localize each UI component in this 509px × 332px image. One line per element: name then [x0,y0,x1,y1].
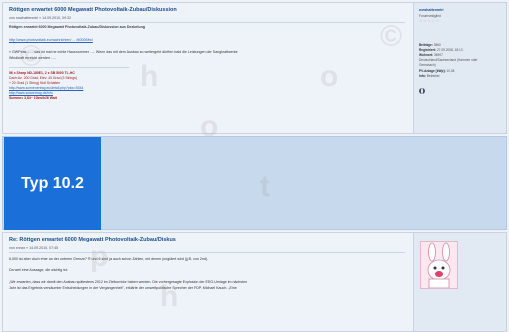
signature-line: 56 x Sharp ND-180E1, 2 x SB 5000 TL-HC [9,71,75,75]
post-text-line: « GWPeak ...... das ist mal ne echte Hau… [9,50,238,54]
post-author-sidebar: nowhattenmiri Forumsmitglied ☆☆☆☆☆ Beitr… [413,3,506,133]
author-stat: PV-Anlage [kWp]: 10,08 [419,69,455,73]
post-text-line: „Wir erwarten, dass wir damit den Ausbau… [9,280,248,284]
post-link[interactable]: http://www.photovoltaik.eu/nachrichten/ … [9,38,93,42]
bunny-avatar-icon [421,242,457,288]
author-stat: Info: Betreiber [419,74,440,78]
rank-stars-icon: ☆☆☆☆☆ [419,18,440,23]
post-meta: von xnnxx « 14.09.2010, 07:45 [9,246,59,250]
forum-post: Re: Röttgen erwartet 6000 Megawatt Photo… [2,232,507,332]
post-title[interactable]: Re: Röttgen erwartet 6000 Megawatt Photo… [9,237,176,243]
post-text-line: Jahr ist das Ergebnis versäumter Entsche… [9,286,237,290]
post-text-line: Windkraft erreicht werden ..... [9,56,56,60]
post-meta: von nowhattenmiri « 14.09.2010, 09:32 [9,16,72,20]
post-author-sidebar [413,233,506,331]
typ-badge-label: Typ 10.2 [21,174,84,192]
post-body: Röttgen erwartet 6000 Megawatt Photovolt… [3,3,413,133]
author-stat: Wohnort: 36907 [419,53,443,57]
post-text-line: Da weil eine Aussage, die wichtig ist: [9,268,68,272]
author-name[interactable]: nowhattenmiri [419,8,444,12]
signature-line: Summe= 3,84~ 10kw/h26 Watt [9,96,57,100]
author-stat: Deutschland/Sachsenland (Hammer oder [419,58,478,62]
signature-divider [9,67,129,68]
typ-badge: Typ 10.2 [4,137,101,230]
signature-link[interactable]: http://www.sonnenertrag.eu/detail.php?pk… [9,86,83,90]
avatar[interactable] [420,241,458,289]
divider [9,22,405,23]
post-subject: Röttgen erwartet 6000 Megawatt Photovolt… [9,25,145,29]
signature-line: + 20 Grad (1 String) Null Schatten [9,81,61,85]
signature-link[interactable]: http://www.solarertrag.de/info [9,91,53,95]
author-stat: Beiträge: 3560 [419,43,441,47]
forum-post: Röttgen erwartet 6000 Megawatt Photovolt… [2,2,507,134]
website-globe-icon[interactable] [419,88,425,94]
post-text-line: 6,000 ist aber doch eher an der unteren … [9,257,209,261]
signature-line: Dach:Az. 200 Grad, Elev: 40 Grad (3 Stri… [9,76,78,80]
post-body: Re: Röttgen erwartet 6000 Megawatt Photo… [3,233,413,331]
post-title[interactable]: Röttgen erwartet 6000 Megawatt Photovolt… [9,7,177,13]
forum-page: Röttgen erwartet 6000 Megawatt Photovolt… [0,0,509,332]
author-stat: Registriert: 27.09.2008, 18:13 [419,48,463,52]
divider [9,252,405,253]
author-stat: Gernsbach) [419,63,436,67]
